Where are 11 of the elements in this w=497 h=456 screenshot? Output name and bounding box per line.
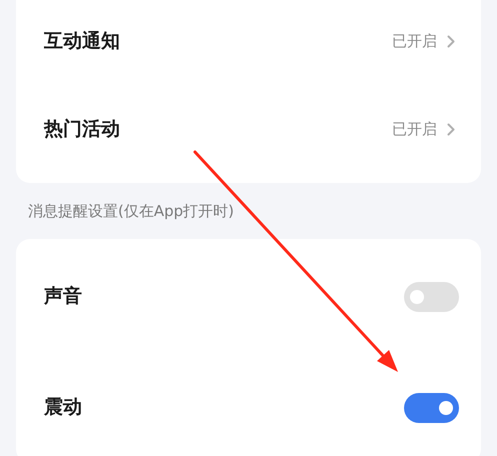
section-header: 消息提醒设置(仅在App打开时) [28, 200, 234, 222]
setting-label: 震动 [44, 395, 82, 420]
setting-value[interactable]: 已开启 [392, 118, 437, 140]
toggle-switch[interactable] [404, 392, 459, 422]
setting-label: 互动通知 [44, 28, 120, 54]
setting-label: 热门活动 [44, 116, 120, 142]
chevron-right-icon [447, 34, 455, 48]
toggle-switch[interactable] [404, 282, 459, 312]
setting-value[interactable]: 已开启 [392, 30, 437, 52]
setting-label: 声音 [44, 284, 82, 310]
chevron-right-icon [447, 122, 455, 136]
